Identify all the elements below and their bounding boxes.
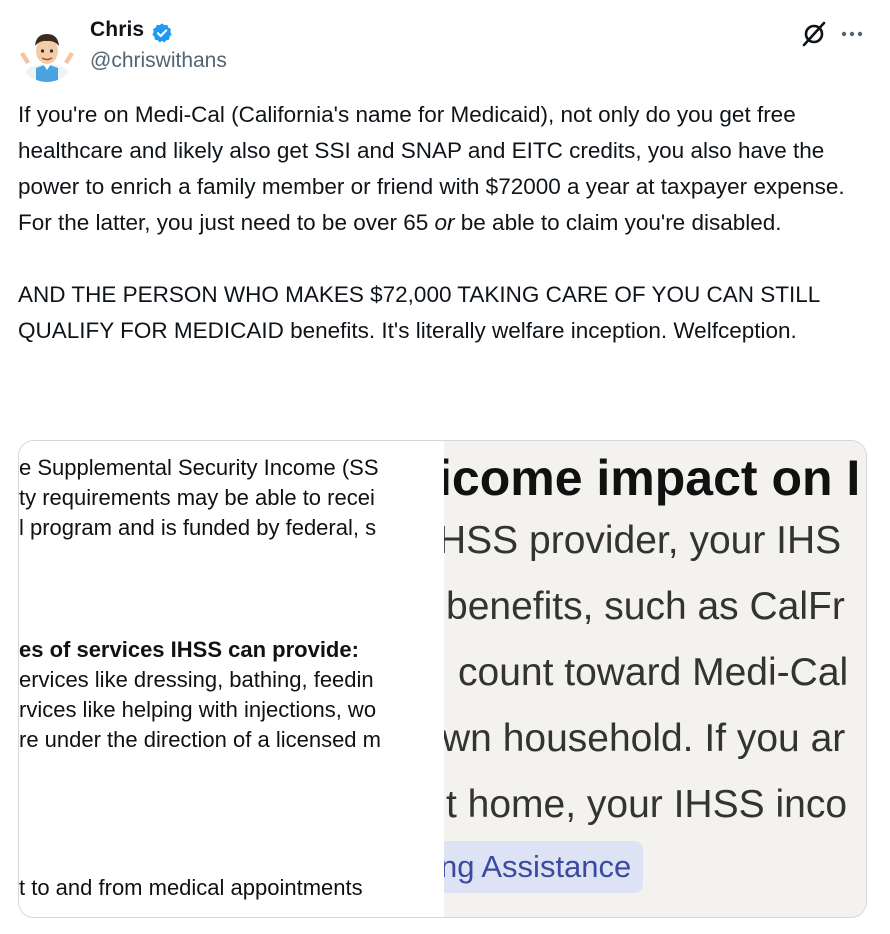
media-text-line: HSS provider, your IHS xyxy=(444,519,842,562)
media-text-line: benefits, such as CalFr xyxy=(446,585,845,628)
media-text-line: count toward Medi-Cal xyxy=(458,651,849,694)
tweet-paragraph-1: If you're on Medi-Cal (California's name… xyxy=(18,97,858,241)
media-text-line: t home, your IHSS inco xyxy=(446,783,848,826)
media-highlight-pill: ng Assistance xyxy=(444,841,644,893)
author-name[interactable]: Chris xyxy=(90,18,144,42)
media-text-line: l program and is funded by federal, s xyxy=(19,515,377,540)
media-text-line: ervices like dressing, bathing, feedin xyxy=(19,667,374,692)
media-text-line: e Supplemental Security Income (SS xyxy=(19,455,379,480)
tweet-paragraph-2: AND THE PERSON WHO MAKES $72,000 TAKING … xyxy=(18,282,820,343)
verified-badge-icon[interactable] xyxy=(151,22,173,44)
media-text-line: es of services IHSS can provide: xyxy=(19,637,359,662)
avatar[interactable] xyxy=(18,24,76,82)
tweet-text-segment: be able to claim you're disabled. xyxy=(454,210,782,235)
media-left-document-crop: e Supplemental Security Income (SS ty re… xyxy=(19,441,444,917)
tweet-media-image[interactable]: e Supplemental Security Income (SS ty re… xyxy=(18,440,867,918)
tweet-text: If you're on Medi-Cal (California's name… xyxy=(18,97,858,349)
more-icon[interactable] xyxy=(838,22,866,46)
media-text-line: t to and from medical appointments xyxy=(19,875,363,900)
media-text-line: rvices like helping with injections, wo xyxy=(19,697,377,722)
memoji-avatar-icon xyxy=(18,24,76,82)
media-text-line: re under the direction of a licensed m xyxy=(19,727,381,752)
media-heading: icome impact on I xyxy=(444,450,861,506)
media-right-document-crop: icome impact on I HSS provider, your IHS… xyxy=(444,441,866,917)
author-handle[interactable]: @chriswithans xyxy=(90,49,227,73)
media-text-line: ty requirements may be able to recei xyxy=(19,485,375,510)
grok-icon[interactable] xyxy=(800,20,828,48)
media-text-line: wn household. If you ar xyxy=(444,717,846,760)
tweet-text-emphasis: or xyxy=(434,210,455,235)
